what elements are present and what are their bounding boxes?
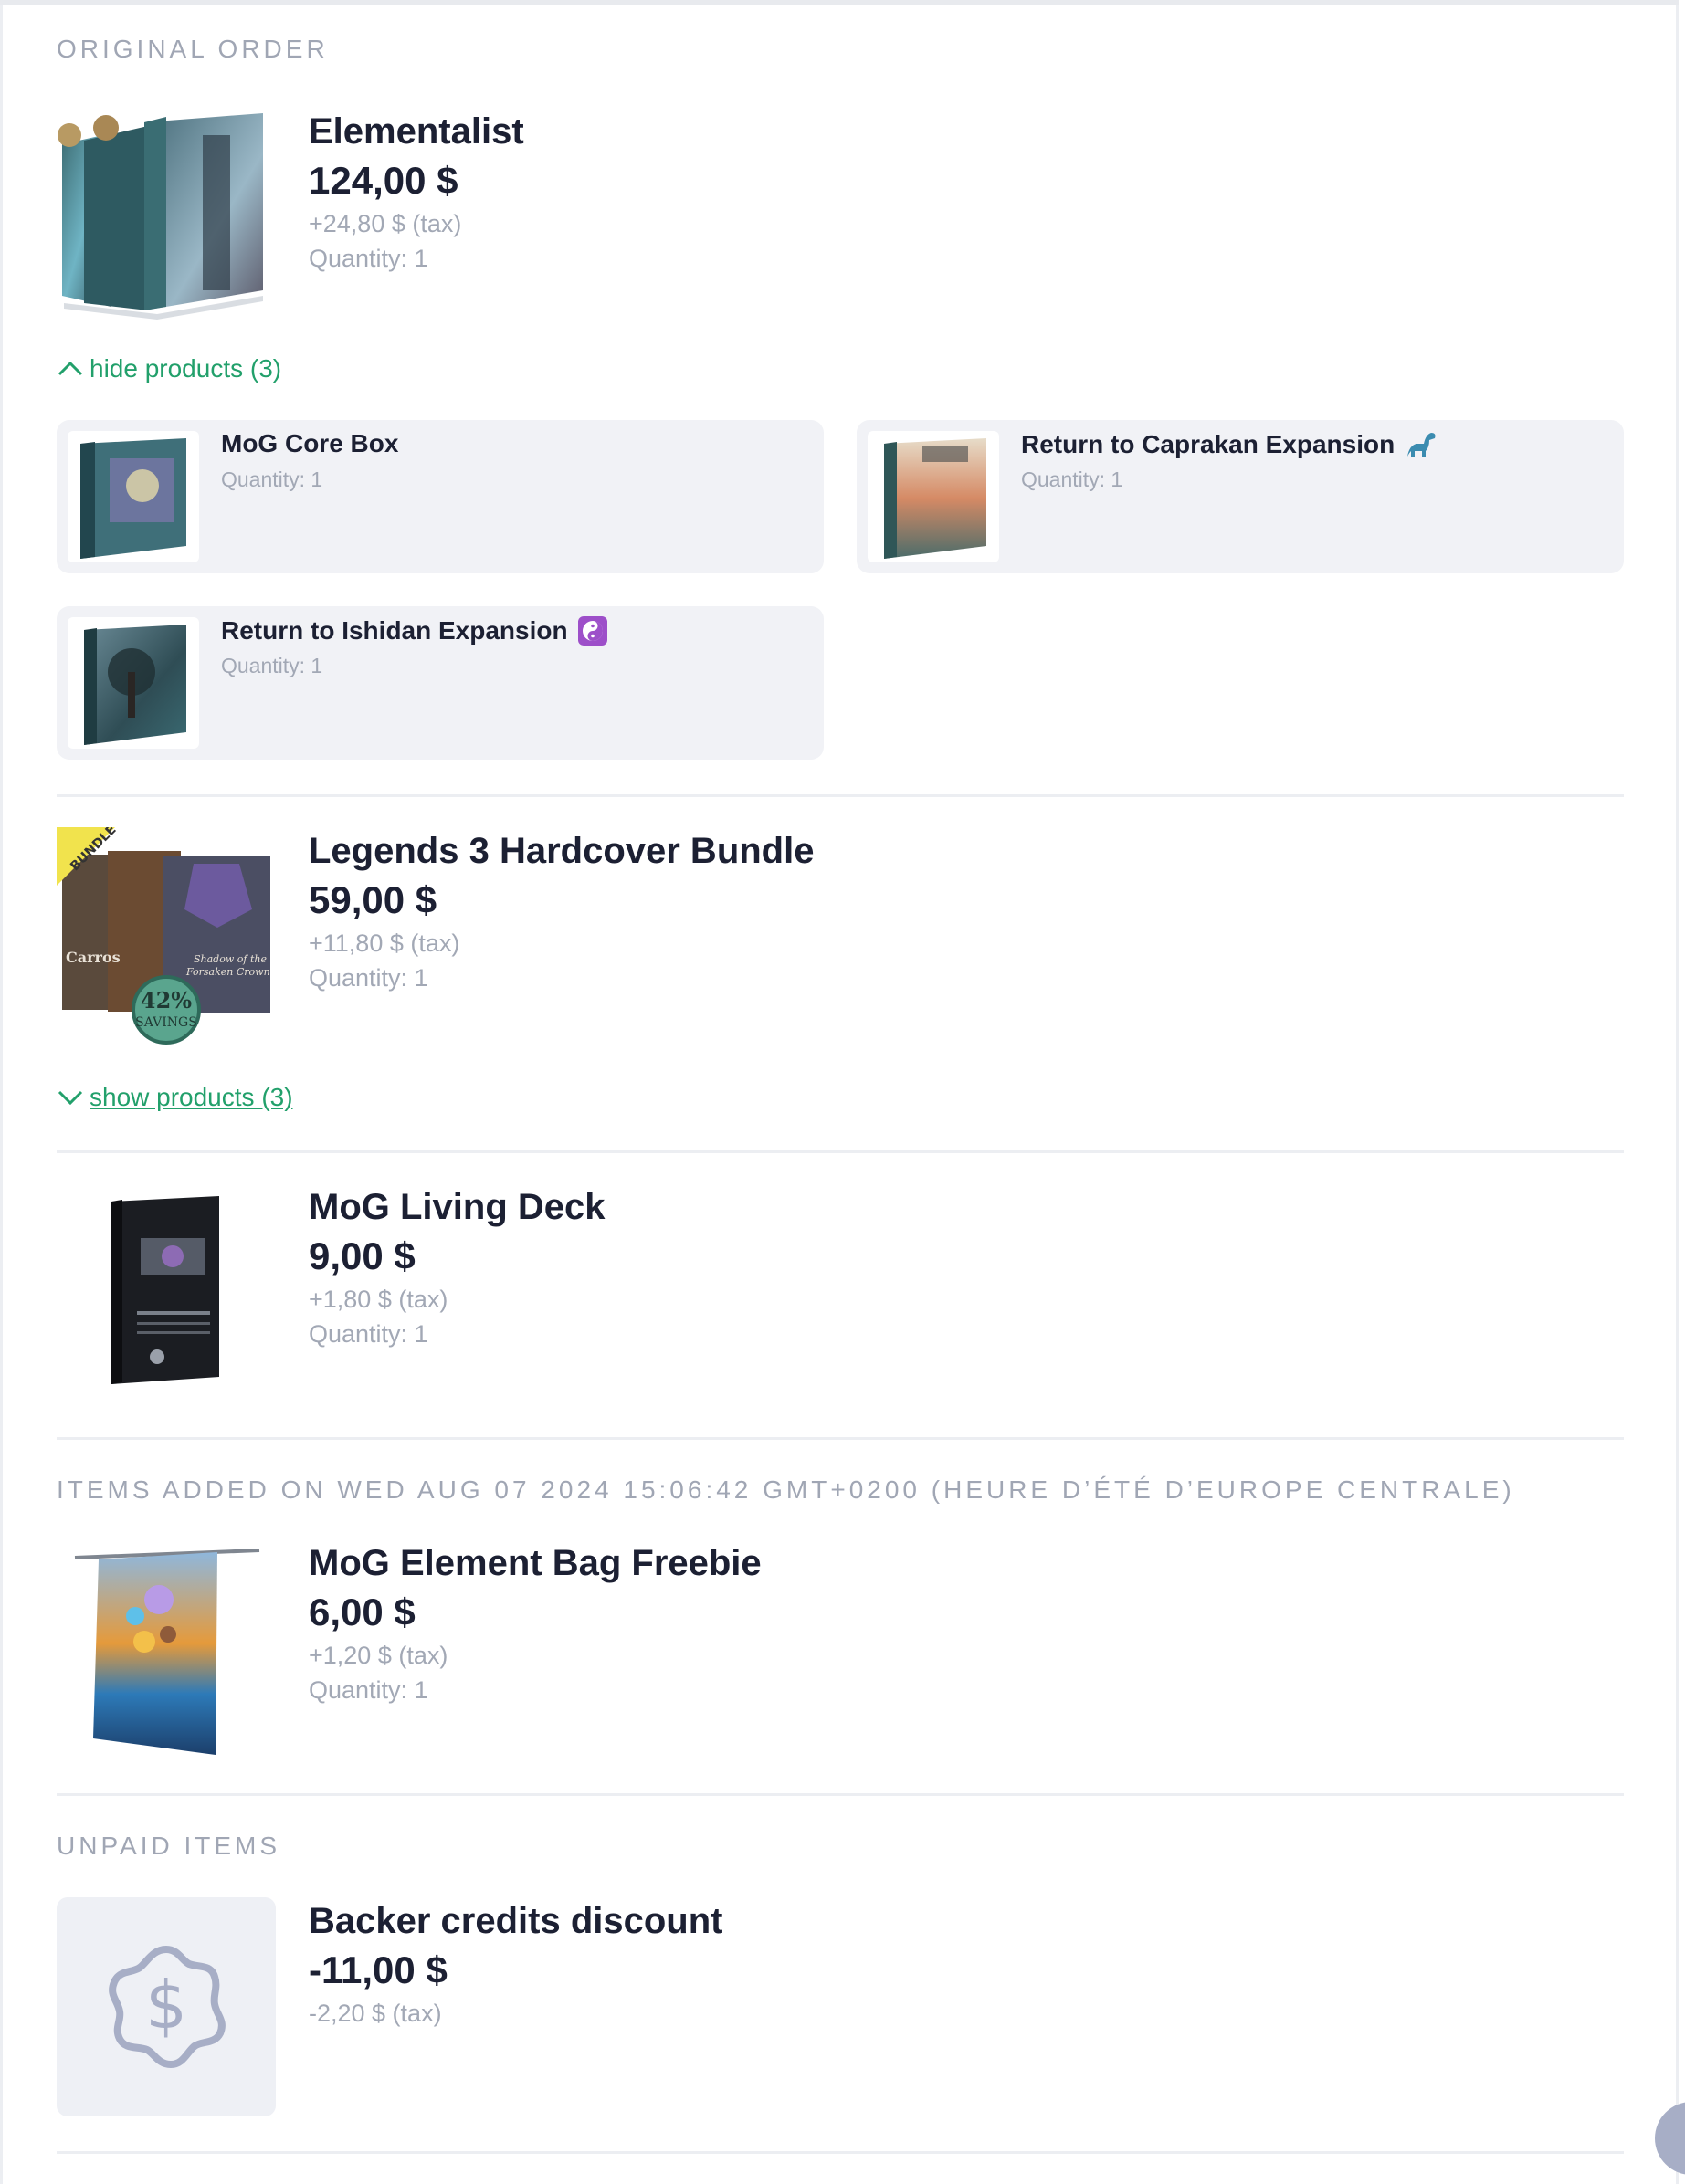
item-title: Elementalist (309, 111, 524, 152)
living-deck-image (57, 1183, 276, 1402)
elementalist-image (57, 108, 276, 327)
subproduct-quantity: Quantity: 1 (221, 467, 323, 491)
section-original-order: ORIGINAL ORDER (57, 35, 329, 63)
element-bag-info: MoG Element Bag Freebie 6,00 $ +1,20 $ (… (309, 1539, 762, 1707)
backer-credits-info: Backer credits discount -11,00 $ -2,20 $… (309, 1897, 723, 2031)
order-item-elementalist: Elementalist 124,00 $ +24,80 $ (tax) Qua… (57, 108, 1624, 327)
item-price: 124,00 $ (309, 159, 458, 202)
dinosaur-emoji-icon (1407, 433, 1436, 457)
subproduct-card: Return to Caprakan Expansion Quantity: 1 (857, 420, 1624, 573)
divider (57, 1437, 1624, 1440)
chevron-up-icon (58, 361, 83, 376)
hide-products-toggle[interactable]: hide products (3) (57, 354, 281, 383)
subproduct-quantity: Quantity: 1 (1021, 467, 1123, 491)
ishidan-expansion-image (68, 617, 199, 749)
hide-products-label: hide products (3) (90, 354, 282, 383)
subproduct-name-text: Return to Caprakan Expansion (1021, 430, 1395, 458)
savings-percent-text: 42% (141, 987, 192, 1013)
divider (57, 1793, 1624, 1796)
divider (57, 1150, 1624, 1153)
subproduct-name-text: Return to Ishidan Expansion (221, 616, 568, 645)
legends-cover-right-text: Shadow of the (194, 953, 267, 965)
legends-info: Legends 3 Hardcover Bundle 59,00 $ +11,8… (309, 827, 814, 995)
subproduct-card: Return to Ishidan Expansion Quantity: 1 (57, 606, 824, 760)
item-quantity: Quantity: 1 (309, 964, 428, 992)
item-title: MoG Living Deck (309, 1187, 606, 1227)
mog-core-box-image (68, 431, 199, 562)
item-tax: +24,80 $ (tax) (309, 210, 462, 237)
dollar-badge-icon: $ (109, 1946, 226, 2068)
item-title: Backer credits discount (309, 1901, 723, 1941)
order-item-backer-credits: $ Backer credits discount -11,00 $ -2,20… (57, 1897, 1624, 2116)
subproduct-name: Return to Ishidan Expansion (221, 615, 608, 646)
subproduct-card: MoG Core Box Quantity: 1 (57, 420, 824, 573)
legends-bundle-image: Carros Shadow of the Forsaken Crown BUND… (57, 823, 276, 1046)
elementalist-info: Elementalist 124,00 $ +24,80 $ (tax) Qua… (309, 108, 524, 276)
item-tax: -2,20 $ (tax) (309, 2000, 442, 2027)
order-item-living-deck: MoG Living Deck 9,00 $ +1,80 $ (tax) Qua… (57, 1183, 1624, 1402)
item-quantity: Quantity: 1 (309, 1320, 428, 1348)
item-price: 59,00 $ (309, 878, 437, 921)
subproduct-quantity: Quantity: 1 (221, 654, 323, 677)
item-quantity: Quantity: 1 (309, 245, 428, 272)
item-tax: +11,80 $ (tax) (309, 929, 460, 957)
svg-text:$: $ (145, 1967, 187, 2043)
divider (57, 2151, 1624, 2154)
yin-yang-emoji-icon (577, 616, 607, 646)
item-price: 6,00 $ (309, 1591, 416, 1633)
order-item-legends-bundle: Carros Shadow of the Forsaken Crown BUND… (57, 823, 1624, 1046)
divider (57, 794, 1624, 797)
caprakan-expansion-image (868, 431, 999, 562)
item-tax: +1,80 $ (tax) (309, 1286, 448, 1313)
element-bag-image (57, 1539, 276, 1759)
living-deck-info: MoG Living Deck 9,00 $ +1,80 $ (tax) Qua… (309, 1183, 606, 1351)
item-tax: +1,20 $ (tax) (309, 1642, 448, 1669)
chevron-down-icon (58, 1090, 83, 1106)
legends-cover-right-text-2: Forsaken Crown (185, 966, 270, 978)
legends-cover-left-text: Carros (66, 949, 121, 966)
savings-word-text: SAVINGS (135, 1015, 197, 1030)
order-item-element-bag: MoG Element Bag Freebie 6,00 $ +1,20 $ (… (57, 1539, 1624, 1759)
section-unpaid-items: UNPAID ITEMS (57, 1832, 281, 1860)
top-rule (0, 0, 1679, 5)
item-price: 9,00 $ (309, 1234, 416, 1277)
show-products-label: show products (3) (90, 1083, 293, 1111)
item-title: Legends 3 Hardcover Bundle (309, 831, 815, 871)
subproduct-name: Return to Caprakan Expansion (1021, 429, 1438, 460)
backer-credits-image: $ (57, 1897, 276, 2116)
subproduct-name: MoG Core Box (221, 429, 398, 458)
item-quantity: Quantity: 1 (309, 1676, 428, 1704)
subproduct-name-text: MoG Core Box (221, 429, 399, 457)
section-items-added: ITEMS ADDED ON WED AUG 07 2024 15:06:42 … (57, 1475, 1515, 1504)
item-price: -11,00 $ (309, 1948, 448, 1991)
item-title: MoG Element Bag Freebie (309, 1543, 762, 1583)
show-products-toggle[interactable]: show products (3) (57, 1083, 293, 1112)
